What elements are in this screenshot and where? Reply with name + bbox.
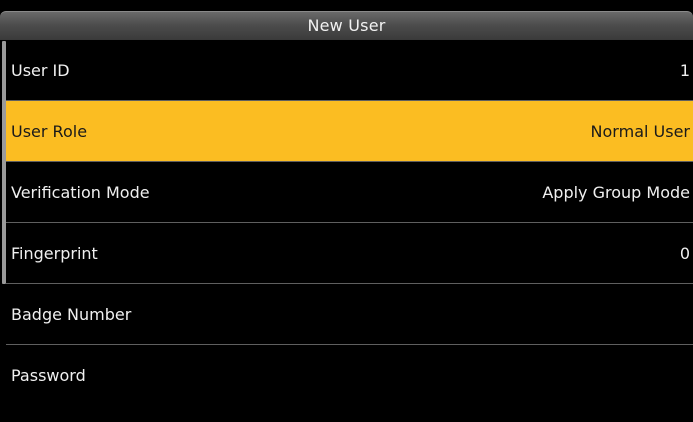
user-role-label: User Role — [11, 122, 88, 141]
row-badge-number[interactable]: Badge Number — [0, 284, 693, 345]
password-label: Password — [11, 366, 86, 385]
user-id-value: 1 — [679, 61, 690, 80]
row-fingerprint[interactable]: Fingerprint 0 — [0, 223, 693, 284]
badge-number-label: Badge Number — [11, 305, 132, 324]
device-screen: New User User ID 1 User Role Normal User… — [0, 0, 693, 422]
user-field-list: User ID 1 User Role Normal User Verifica… — [0, 40, 693, 406]
row-user-id[interactable]: User ID 1 — [0, 40, 693, 101]
scrollbar-thumb[interactable] — [2, 41, 6, 284]
user-role-value: Normal User — [590, 122, 690, 141]
page-title: New User — [307, 16, 386, 35]
fingerprint-label: Fingerprint — [11, 244, 98, 263]
row-user-role[interactable]: User Role Normal User — [0, 101, 693, 162]
verification-mode-label: Verification Mode — [11, 183, 150, 202]
row-verification-mode[interactable]: Verification Mode Apply Group Mode — [0, 162, 693, 223]
verification-mode-value: Apply Group Mode — [542, 183, 690, 202]
title-bar: New User — [0, 11, 693, 40]
fingerprint-value: 0 — [679, 244, 690, 263]
user-id-label: User ID — [11, 61, 70, 80]
row-password[interactable]: Password — [0, 345, 693, 406]
